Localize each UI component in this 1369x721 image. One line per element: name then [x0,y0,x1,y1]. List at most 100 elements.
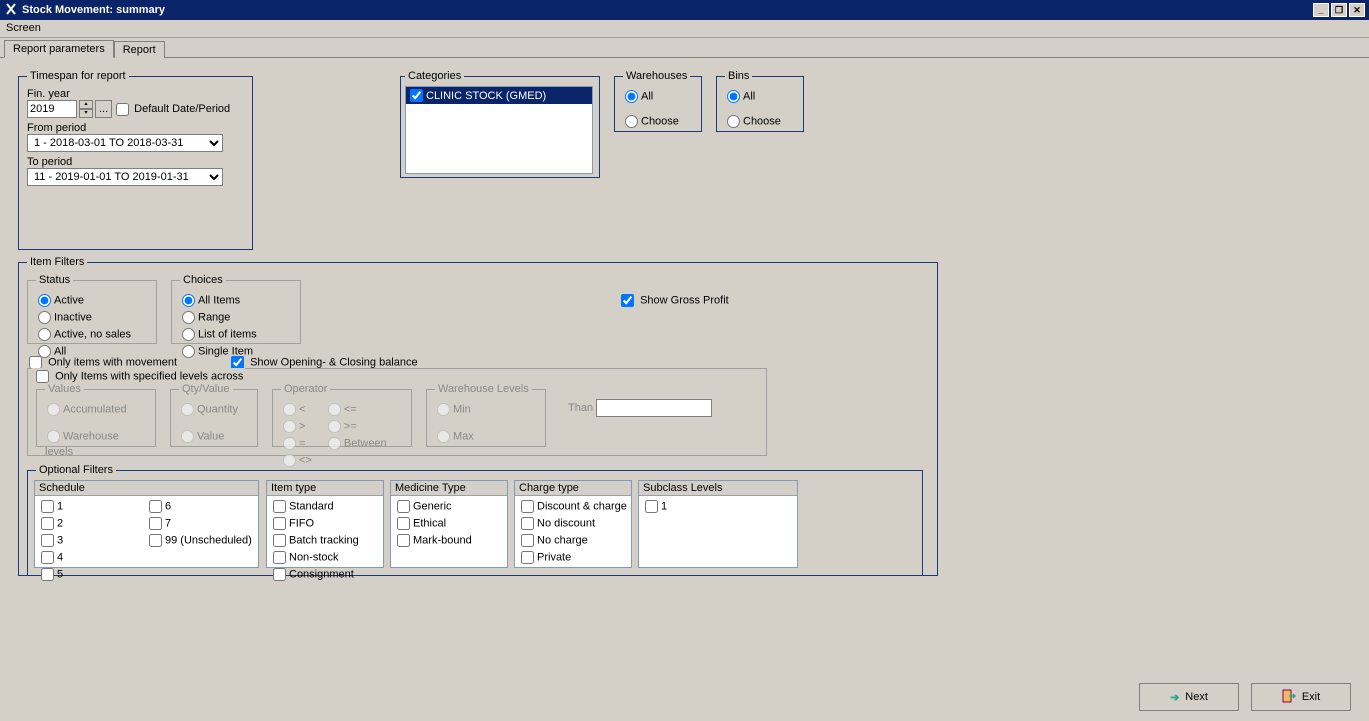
chargetype-box: Charge type Discount & charge No discoun… [514,480,632,568]
charge-nodiscount[interactable]: No discount [519,515,627,532]
values-whl: Warehouse levels [45,428,147,460]
only-levels-label: Only Items with specified levels across [55,370,243,382]
fin-year-spinner[interactable]: ▴ ▾ [79,100,93,118]
op-ge: >= [326,418,387,435]
choices-legend: Choices [180,274,226,286]
choice-range[interactable]: Range [180,309,292,326]
medtype-box: Medicine Type Generic Ethical Mark-bound [390,480,508,568]
categories-listbox[interactable]: CLINIC STOCK (GMED) [405,86,593,174]
item-filters-group: Item Filters Status Active Inactive Acti… [18,256,938,576]
only-levels-checkbox[interactable] [36,370,49,383]
op-bt: Between [326,435,387,452]
subclass-1[interactable]: 1 [643,498,793,515]
schedule-4[interactable]: 4 [39,549,139,566]
schedule-header: Schedule [35,481,258,496]
choices-group: Choices All Items Range List of items Si… [171,274,301,344]
show-gross-profit-checkbox[interactable] [621,294,634,307]
values-group: Values Accumulated Warehouse levels [36,383,156,447]
choice-all[interactable]: All Items [180,292,292,309]
schedule-1[interactable]: 1 [39,498,139,515]
status-no-sales[interactable]: Active, no sales [36,326,148,343]
close-button[interactable]: ✕ [1349,3,1365,17]
qtyval-qty: Quantity [179,401,249,418]
medtype-ethical[interactable]: Ethical [395,515,503,532]
itemtype-nonstock[interactable]: Non-stock [271,549,379,566]
tab-report-parameters[interactable]: Report parameters [4,40,114,58]
warehouses-group: Warehouses All Choose [614,70,702,132]
whl-group: Warehouse Levels Min Max [426,383,546,447]
only-movement-label: Only items with movement [48,356,177,368]
itemtype-batch[interactable]: Batch tracking [271,532,379,549]
op-eq: = [281,435,312,452]
titlebar: Stock Movement: summary _ ❐ ✕ [0,0,1369,20]
categories-group: Categories CLINIC STOCK (GMED) [400,70,600,178]
medtype-markbound[interactable]: Mark-bound [395,532,503,549]
exit-button[interactable]: Exit [1251,683,1351,711]
show-opening-label: Show Opening- & Closing balance [250,356,418,368]
charge-private[interactable]: Private [519,549,627,566]
fin-year-label: Fin. year [27,88,70,100]
fin-year-browse-button[interactable]: ... [95,100,112,118]
exit-icon [1282,689,1296,706]
minimize-button[interactable]: _ [1313,3,1329,17]
bins-legend: Bins [725,70,752,82]
status-active[interactable]: Active [36,292,148,309]
schedule-3[interactable]: 3 [39,532,139,549]
operator-group: Operator < > = <> <= >= Between [272,383,412,447]
status-inactive[interactable]: Inactive [36,309,148,326]
categories-legend: Categories [405,70,464,82]
schedule-7[interactable]: 7 [147,515,252,532]
subclass-header: Subclass Levels [639,481,797,496]
itemtype-standard[interactable]: Standard [271,498,379,515]
bins-all[interactable]: All [725,88,795,105]
itemtype-consignment[interactable]: Consignment [271,566,379,583]
warehouses-legend: Warehouses [623,70,690,82]
schedule-6[interactable]: 6 [147,498,252,515]
than-label: Than [568,402,593,414]
qtyval-group: Qty/Value Quantity Value [170,383,258,447]
schedule-2[interactable]: 2 [39,515,139,532]
menu-screen[interactable]: Screen [6,22,41,34]
spinner-down[interactable]: ▾ [79,109,93,118]
op-gt: > [281,418,312,435]
item-filters-legend: Item Filters [27,256,87,268]
content-area: Timespan for report Fin. year ▴ ▾ ... De… [0,58,1369,78]
menubar: Screen [0,20,1369,38]
choice-list[interactable]: List of items [180,326,292,343]
schedule-5[interactable]: 5 [39,566,139,583]
subclass-box: Subclass Levels 1 [638,480,798,568]
optional-filters-legend: Optional Filters [36,464,116,476]
medtype-generic[interactable]: Generic [395,498,503,515]
window-title: Stock Movement: summary [22,4,165,16]
tab-report[interactable]: Report [114,41,165,58]
fin-year-input[interactable] [27,100,77,118]
category-checkbox[interactable] [410,89,423,102]
warehouses-choose[interactable]: Choose [623,113,693,130]
default-date-label: Default Date/Period [134,103,230,115]
spinner-up[interactable]: ▴ [79,100,93,109]
to-period-select[interactable]: 11 - 2019-01-01 TO 2019-01-31 [27,168,223,186]
schedule-99[interactable]: 99 (Unscheduled) [147,532,252,549]
to-period-label: To period [27,156,72,168]
tabbar: Report parameters Report [0,38,1369,58]
default-date-checkbox[interactable] [116,103,129,116]
next-arrow-icon: ➔ [1170,691,1179,704]
from-period-select[interactable]: 1 - 2018-03-01 TO 2018-03-31 [27,134,223,152]
app-icon [4,2,18,19]
itemtype-fifo[interactable]: FIFO [271,515,379,532]
qtyval-legend: Qty/Value [179,383,233,395]
operator-legend: Operator [281,383,330,395]
bins-choose[interactable]: Choose [725,113,795,130]
status-group: Status Active Inactive Active, no sales … [27,274,157,344]
category-label: CLINIC STOCK (GMED) [426,90,546,102]
itemtype-box: Item type Standard FIFO Batch tracking N… [266,480,384,568]
next-button[interactable]: ➔ Next [1139,683,1239,711]
warehouses-all[interactable]: All [623,88,693,105]
charge-discount[interactable]: Discount & charge [519,498,627,515]
charge-nocharge[interactable]: No charge [519,532,627,549]
timespan-group: Timespan for report Fin. year ▴ ▾ ... De… [18,70,253,250]
itemtype-header: Item type [267,481,383,496]
maximize-button[interactable]: ❐ [1331,3,1347,17]
values-legend: Values [45,383,84,395]
category-item[interactable]: CLINIC STOCK (GMED) [406,87,592,104]
